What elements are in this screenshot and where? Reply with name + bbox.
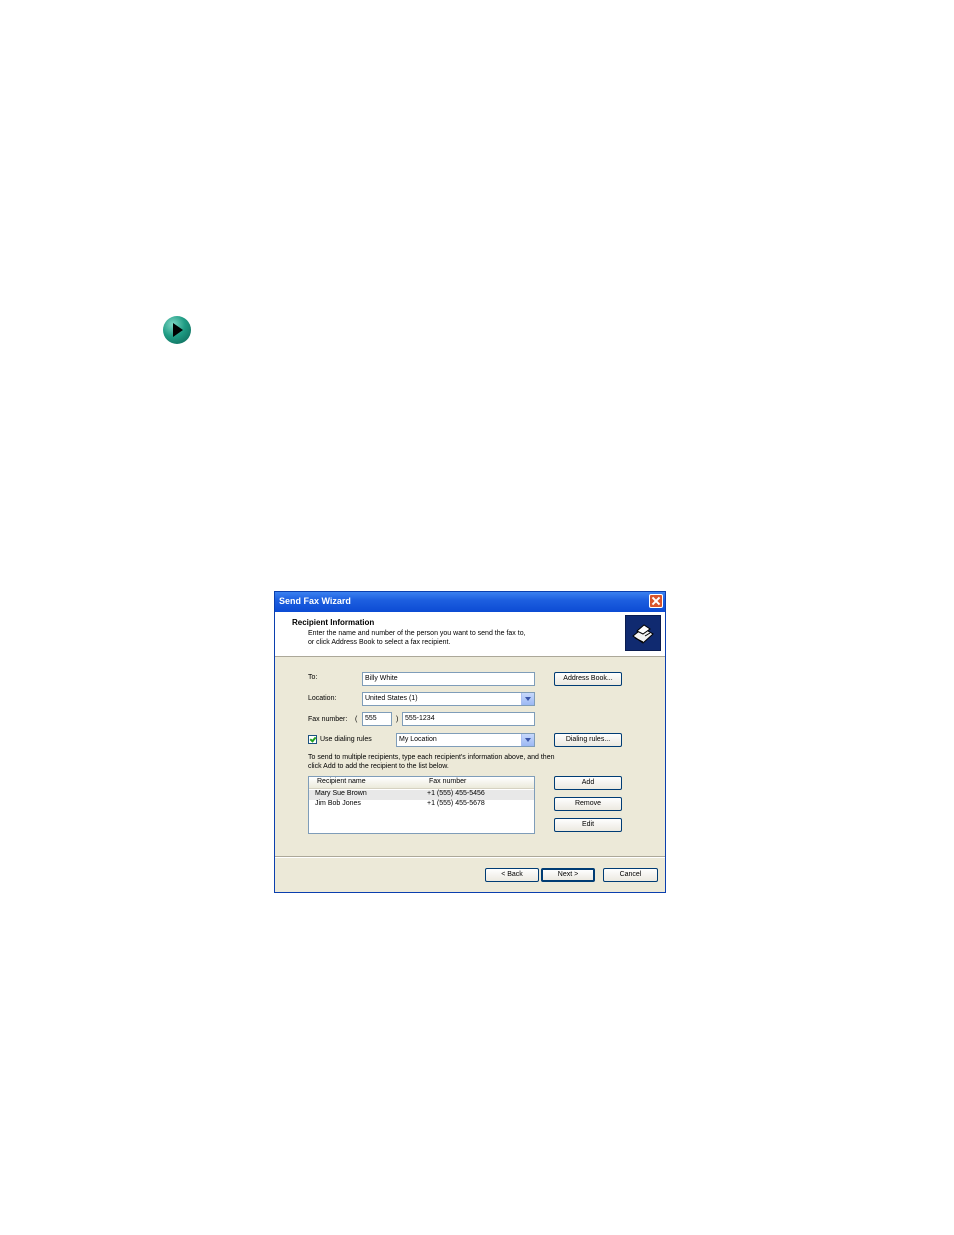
location-value: United States (1) — [365, 695, 418, 702]
recipient-name: Jim Bob Jones — [315, 800, 361, 807]
column-fax-number[interactable]: Fax number — [429, 778, 466, 785]
cancel-button[interactable]: Cancel — [603, 868, 658, 882]
list-item[interactable]: Jim Bob Jones +1 (555) 455-5678 — [309, 800, 534, 810]
header-desc-line1: Enter the name and number of the person … — [308, 630, 526, 637]
multi-recipient-line2: click Add to add the recipient to the li… — [308, 763, 449, 770]
back-button[interactable]: < Back — [485, 868, 539, 882]
recipient-fax: +1 (555) 455-5678 — [427, 800, 485, 807]
recipient-list[interactable]: Recipient name Fax number Mary Sue Brown… — [308, 776, 535, 834]
send-fax-wizard-window: Send Fax Wizard Recipient Information En… — [274, 591, 666, 893]
to-input[interactable]: Billy White — [362, 672, 535, 686]
address-book-button[interactable]: Address Book... — [554, 672, 622, 686]
header-title: Recipient Information — [292, 618, 375, 627]
column-recipient-name[interactable]: Recipient name — [317, 778, 366, 785]
header-description: Enter the name and number of the person … — [308, 629, 608, 647]
add-button[interactable]: Add — [554, 776, 622, 790]
use-dialing-rules-checkbox[interactable] — [308, 735, 317, 744]
close-icon[interactable] — [649, 594, 663, 608]
to-label: To: — [308, 674, 318, 681]
dialing-rules-button[interactable]: Dialing rules... — [554, 733, 622, 747]
close-paren: ) — [396, 716, 399, 723]
location-label: Location: — [308, 695, 337, 702]
use-dialing-rules-label: Use dialing rules — [320, 736, 372, 743]
location-select[interactable]: United States (1) — [362, 692, 535, 706]
title-bar[interactable]: Send Fax Wizard — [275, 592, 665, 612]
arrow-bullet-icon — [163, 316, 191, 344]
dialing-location-value: My Location — [399, 736, 437, 743]
fax-machine-icon — [625, 615, 661, 651]
list-header: Recipient name Fax number — [309, 777, 534, 789]
multi-recipient-line1: To send to multiple recipients, type eac… — [308, 754, 555, 761]
fax-number-label: Fax number: — [308, 716, 348, 723]
wizard-header: Recipient Information Enter the name and… — [275, 612, 665, 657]
area-code-input[interactable]: 555 — [362, 712, 392, 726]
fax-number-input[interactable]: 555-1234 — [402, 712, 535, 726]
recipient-name: Mary Sue Brown — [315, 790, 367, 797]
dialing-location-select[interactable]: My Location — [396, 733, 535, 747]
footer-separator — [275, 856, 665, 858]
remove-button[interactable]: Remove — [554, 797, 622, 811]
edit-button[interactable]: Edit — [554, 818, 622, 832]
chevron-down-icon[interactable] — [521, 693, 534, 705]
open-paren: ( — [355, 716, 358, 723]
header-desc-line2: or click Address Book to select a fax re… — [308, 639, 451, 646]
chevron-down-icon[interactable] — [521, 734, 534, 746]
list-item[interactable]: Mary Sue Brown +1 (555) 455-5456 — [309, 790, 534, 800]
window-title: Send Fax Wizard — [279, 596, 351, 606]
next-button[interactable]: Next > — [541, 868, 595, 882]
recipient-fax: +1 (555) 455-5456 — [427, 790, 485, 797]
